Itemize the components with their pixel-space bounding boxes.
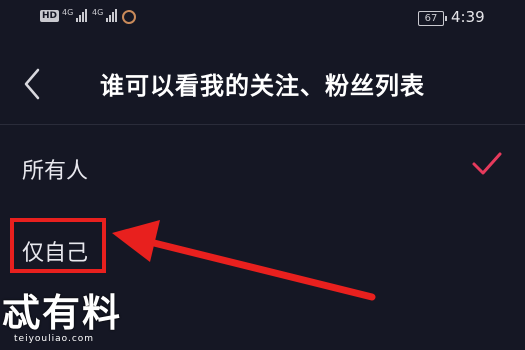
watermark-text: 忒有料 bbox=[2, 291, 123, 335]
watermark-url: teiyouliao.com bbox=[14, 334, 95, 344]
checkmark-icon bbox=[472, 152, 502, 175]
watermark: 忒有料 teiyouliao.com bbox=[2, 292, 152, 350]
signal-icon: 4G bbox=[92, 8, 118, 22]
page-header: 谁可以看我的关注、粉丝列表 bbox=[0, 36, 525, 125]
option-label: 所有人 bbox=[22, 159, 89, 184]
status-time: 4:39 bbox=[451, 8, 485, 26]
status-bar: HD 4G 4G 67 4:39 bbox=[0, 0, 525, 36]
hd-icon: HD bbox=[40, 10, 60, 22]
notification-icon bbox=[122, 10, 136, 24]
page-title: 谁可以看我的关注、粉丝列表 bbox=[100, 72, 425, 100]
network-type-label: 4G bbox=[62, 8, 74, 17]
battery-icon: 67 bbox=[418, 11, 447, 26]
highlight-box bbox=[10, 218, 106, 273]
network-type-label: 4G bbox=[92, 8, 104, 17]
signal-icon: 4G bbox=[62, 8, 88, 22]
option-everyone[interactable]: 所有人 bbox=[0, 125, 525, 213]
